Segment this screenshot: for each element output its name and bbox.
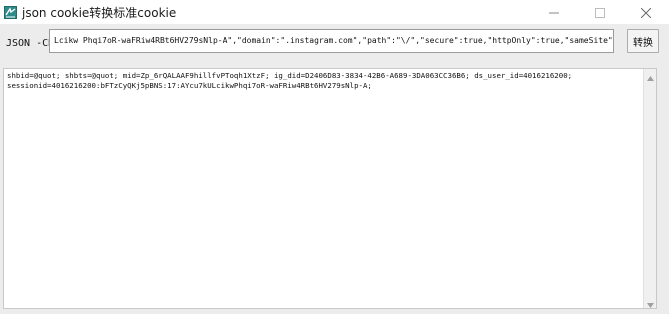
title-bar: json cookie转换标准cookie [0,0,669,24]
maximize-icon [595,3,605,22]
minimize-button[interactable] [531,0,577,24]
output-text: shbid=@quot; shbts=@quot; mid=Zp_6rQALAA… [7,71,641,91]
app-icon [4,5,17,19]
scroll-down-button[interactable] [644,296,656,308]
chevron-up-icon [646,66,654,85]
json-label: JSON -CK [6,38,55,49]
vertical-scrollbar[interactable] [643,69,656,308]
input-row: JSON -CK Lcikw Phqi7oR-waFRiw4RBt6HV279s… [0,26,669,60]
output-line: shbid=@quot; shbts=@quot; mid=Zp_6rQALAA… [7,71,573,80]
minimize-icon [549,3,559,22]
close-icon [640,3,652,22]
window-title: json cookie转换标准cookie [22,5,177,20]
convert-button[interactable]: 转换 [627,29,659,53]
output-textarea[interactable]: shbid=@quot; shbts=@quot; mid=Zp_6rQALAA… [3,68,657,309]
json-input[interactable]: Lcikw Phqi7oR-waFRiw4RBt6HV279sNlp-A","d… [49,29,614,53]
window-controls [531,0,669,24]
close-button[interactable] [623,0,669,24]
maximize-button[interactable] [577,0,623,24]
chevron-down-icon [646,293,654,312]
output-line: sessionid=4016216200:bFTzCyQKj5pBNS:17:A… [7,81,372,90]
scroll-up-button[interactable] [644,69,656,81]
